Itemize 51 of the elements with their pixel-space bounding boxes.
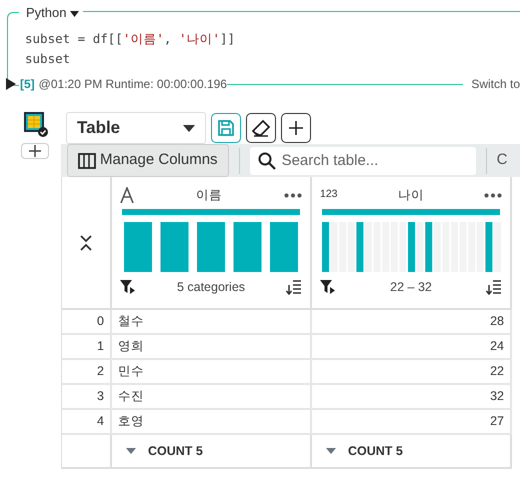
column-summary: 22 – 32 [390,279,432,296]
code-line: subset = df[['이름', '나이']] [25,30,236,48]
table-cell: 민수 [112,360,312,385]
caret-icon [183,124,195,132]
table-cell: 24 [312,335,512,360]
column-footer: COUNT 5 [148,442,203,460]
table-cell: 28 [312,310,512,335]
table-cell: 철수 [112,310,312,335]
filter-icon[interactable] [120,280,136,294]
row-index: 3 [62,385,112,410]
table-cell: 32 [312,385,512,410]
switch-link[interactable]: Switch to [471,75,520,93]
table-cell: 영희 [112,335,312,360]
plus-icon [28,144,42,158]
caret-icon[interactable] [326,448,336,454]
row-index: 1 [62,335,112,360]
eraser-icon [252,119,270,137]
sort-icon[interactable] [286,279,302,296]
row-index: 2 [62,360,112,385]
run-info: @01:20 PM Runtime: 00:00:00.196 [38,76,227,93]
table-cell: 22 [312,360,512,385]
table-cell: 27 [312,410,512,435]
column-name: 이름 [196,186,222,204]
row-index: 4 [62,410,112,435]
plus-icon [288,120,304,136]
number-type-label: 123 [320,187,338,202]
collapse-icon[interactable] [80,234,92,250]
save-icon [217,119,235,137]
row-index: 0 [62,310,112,335]
code-line: subset [25,50,72,68]
more-icon[interactable] [484,192,502,198]
execution-count: [5] [20,76,35,93]
toolbar-label: C [496,150,508,170]
run-icon[interactable] [6,78,16,90]
filter-icon[interactable] [320,280,336,294]
column-footer: COUNT 5 [348,442,403,460]
eraser-button[interactable] [246,113,276,143]
sort-icon[interactable] [486,279,502,296]
view-select[interactable]: Table [66,112,206,144]
table-cell: 호영 [112,410,312,435]
column-name: 나이 [398,186,424,204]
more-icon[interactable] [284,192,302,198]
save-button[interactable] [211,113,241,143]
column-summary: 5 categories [176,279,246,296]
manage-columns-button[interactable]: Manage Columns [67,144,229,177]
columns-icon [78,152,96,168]
caret-icon[interactable] [126,448,136,454]
text-type-icon [120,187,134,203]
table-cell: 수진 [112,385,312,410]
search-field[interactable]: Search table... [250,146,476,174]
add-button[interactable] [281,113,311,143]
